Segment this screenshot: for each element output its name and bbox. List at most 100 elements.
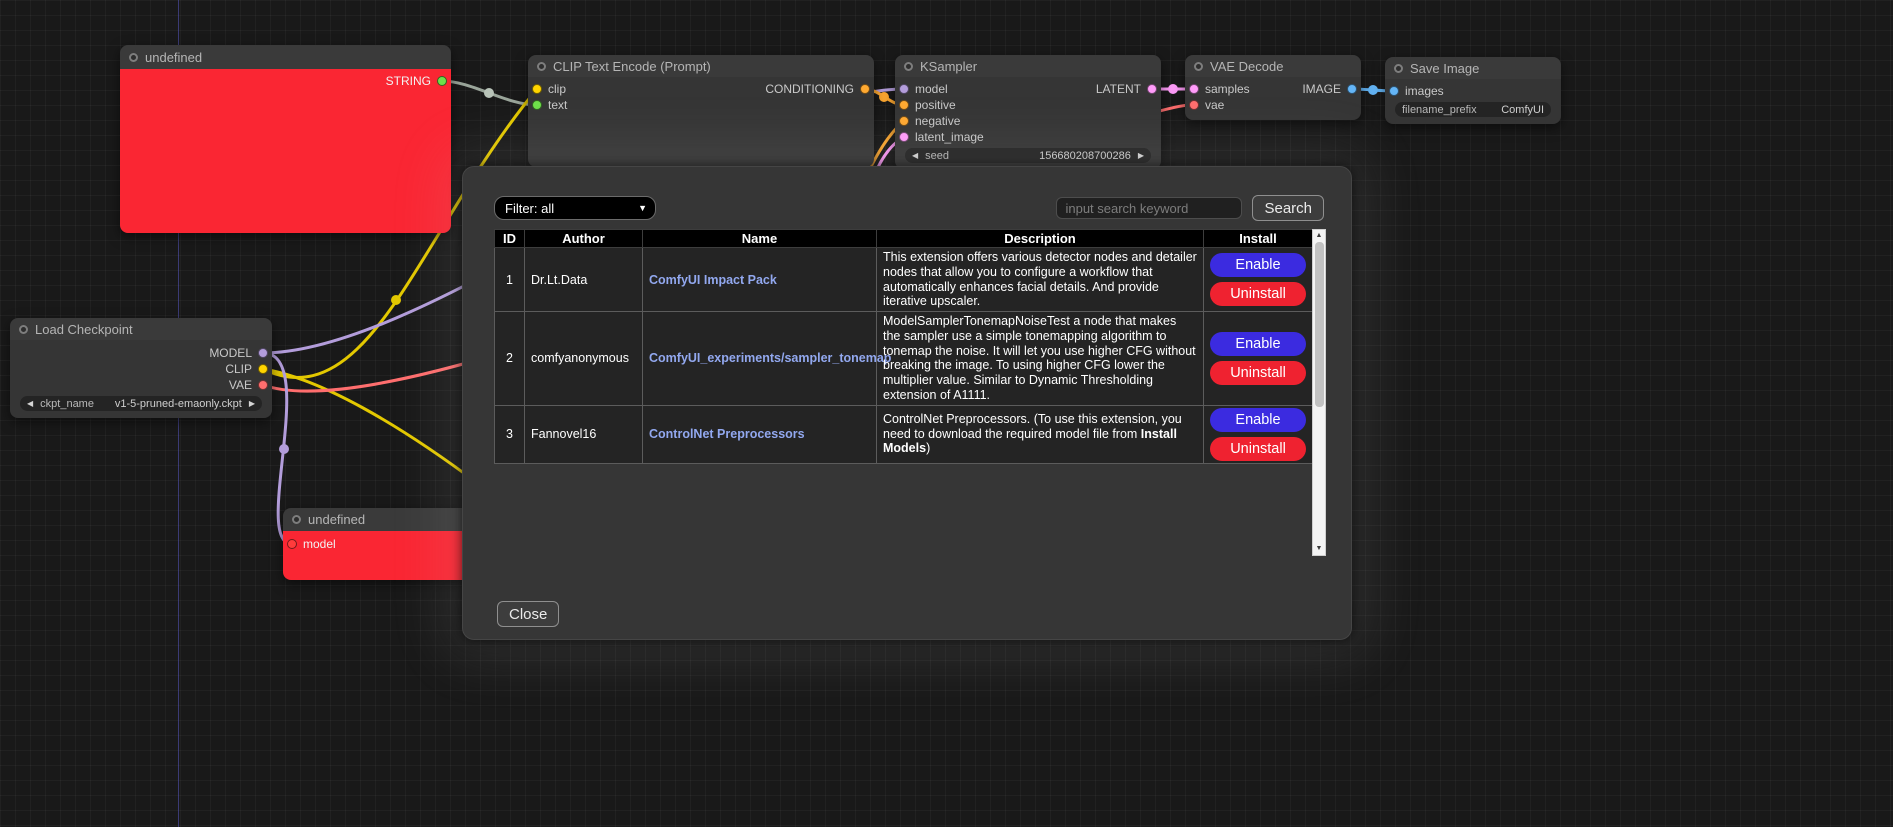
port-label: CLIP xyxy=(225,362,252,376)
filter-select-wrap: Filter: all ▼ xyxy=(494,196,656,220)
node-header[interactable]: Save Image xyxy=(1385,57,1561,79)
scroll-thumb[interactable] xyxy=(1315,242,1324,407)
model-input-port[interactable] xyxy=(899,84,909,94)
scroll-up-icon[interactable]: ▲ xyxy=(1316,230,1323,242)
vae-output-port[interactable] xyxy=(258,380,268,390)
port-label: negative xyxy=(915,114,960,128)
search-input[interactable] xyxy=(1056,197,1242,219)
wire-clip-down xyxy=(263,369,480,485)
node-load-checkpoint[interactable]: Load Checkpoint MODEL CLIP VAE ◀ ckpt_na… xyxy=(10,318,272,418)
model-input-port[interactable] xyxy=(287,539,297,549)
table-header-row: ID Author Name Description Install xyxy=(495,230,1313,248)
port-label: text xyxy=(548,98,567,112)
widget-label: filename_prefix xyxy=(1402,104,1494,116)
node-ksampler[interactable]: KSampler model LATENT positive negative … xyxy=(895,55,1161,169)
column-header-install: Install xyxy=(1204,230,1313,248)
seed-widget[interactable]: ◀ seed 156680208700286 ▶ xyxy=(905,148,1151,163)
node-undefined-bottom[interactable]: undefined model xyxy=(283,508,479,580)
port-label: STRING xyxy=(386,74,431,88)
extension-description: ControlNet Preprocessors. (To use this e… xyxy=(877,405,1204,463)
extension-link[interactable]: ComfyUI Impact Pack xyxy=(649,273,777,287)
vae-input-port[interactable] xyxy=(1189,100,1199,110)
node-undefined-top[interactable]: undefined STRING xyxy=(120,45,451,233)
node-title: VAE Decode xyxy=(1210,59,1283,74)
uninstall-button[interactable]: Uninstall xyxy=(1210,437,1306,461)
port-label: CONDITIONING xyxy=(765,82,854,96)
node-header[interactable]: VAE Decode xyxy=(1185,55,1361,77)
filename-prefix-widget[interactable]: filename_prefix ComfyUI xyxy=(1395,102,1551,117)
enable-button[interactable]: Enable xyxy=(1210,332,1306,356)
extension-link[interactable]: ComfyUI_experiments/sampler_tonemap xyxy=(649,351,891,365)
clip-input-port[interactable] xyxy=(532,84,542,94)
node-save-image[interactable]: Save Image images filename_prefix ComfyU… xyxy=(1385,57,1561,124)
node-vae-decode[interactable]: VAE Decode samples IMAGE vae xyxy=(1185,55,1361,120)
enable-button[interactable]: Enable xyxy=(1210,408,1306,432)
node-header[interactable]: KSampler xyxy=(895,55,1161,77)
port-label: model xyxy=(303,537,336,551)
increment-arrow-icon[interactable]: ▶ xyxy=(249,396,255,411)
model-output-port[interactable] xyxy=(258,348,268,358)
port-label: model xyxy=(915,82,948,96)
collapse-dot-icon[interactable] xyxy=(1194,62,1203,71)
clip-output-port[interactable] xyxy=(258,364,268,374)
scrollbar[interactable]: ▲ ▼ xyxy=(1312,229,1326,556)
node-title: CLIP Text Encode (Prompt) xyxy=(553,59,711,74)
collapse-dot-icon[interactable] xyxy=(19,325,28,334)
string-output-port[interactable] xyxy=(437,76,447,86)
link-midpoint-dot xyxy=(484,88,494,98)
extension-description: ModelSamplerTonemapNoiseTest a node that… xyxy=(877,312,1204,406)
port-label: VAE xyxy=(229,378,252,392)
custom-nodes-manager-dialog: Filter: all ▼ Search ID Author Name Desc… xyxy=(462,166,1352,640)
extensions-table-zone: ID Author Name Description Install 1 Dr.… xyxy=(494,229,1324,556)
negative-input-port[interactable] xyxy=(899,116,909,126)
ckpt-name-widget[interactable]: ◀ ckpt_name v1-5-pruned-emaonly.ckpt ▶ xyxy=(20,396,262,411)
node-clip-text-encode[interactable]: CLIP Text Encode (Prompt) clip CONDITION… xyxy=(528,55,874,167)
decrement-arrow-icon[interactable]: ◀ xyxy=(912,148,918,163)
uninstall-button[interactable]: Uninstall xyxy=(1210,282,1306,306)
extension-author: Dr.Lt.Data xyxy=(525,248,643,312)
port-label: samples xyxy=(1205,82,1250,96)
images-input-port[interactable] xyxy=(1389,86,1399,96)
extension-id: 1 xyxy=(495,248,525,312)
conditioning-output-port[interactable] xyxy=(860,84,870,94)
increment-arrow-icon[interactable]: ▶ xyxy=(1138,148,1144,163)
search-group: Search xyxy=(1056,195,1324,221)
search-button[interactable]: Search xyxy=(1252,195,1324,221)
dialog-toolbar: Filter: all ▼ Search xyxy=(494,195,1324,221)
collapse-dot-icon[interactable] xyxy=(292,515,301,524)
link-midpoint-dot xyxy=(279,444,289,454)
node-header[interactable]: CLIP Text Encode (Prompt) xyxy=(528,55,874,77)
extension-link[interactable]: ControlNet Preprocessors xyxy=(649,427,805,441)
column-header-id: ID xyxy=(495,230,525,248)
port-label: LATENT xyxy=(1096,82,1141,96)
node-header[interactable]: undefined xyxy=(120,45,451,69)
decrement-arrow-icon[interactable]: ◀ xyxy=(27,396,33,411)
text-input-port[interactable] xyxy=(532,100,542,110)
close-button[interactable]: Close xyxy=(497,601,559,627)
enable-button[interactable]: Enable xyxy=(1210,253,1306,277)
node-graph-canvas[interactable]: undefined STRING CLIP Text Encode (Promp… xyxy=(0,0,1893,827)
image-output-port[interactable] xyxy=(1347,84,1357,94)
collapse-dot-icon[interactable] xyxy=(129,53,138,62)
uninstall-button[interactable]: Uninstall xyxy=(1210,361,1306,385)
port-label: MODEL xyxy=(209,346,252,360)
node-header[interactable]: Load Checkpoint xyxy=(10,318,272,340)
collapse-dot-icon[interactable] xyxy=(904,62,913,71)
node-header[interactable]: undefined xyxy=(283,508,479,531)
latent-output-port[interactable] xyxy=(1147,84,1157,94)
latent-image-input-port[interactable] xyxy=(899,132,909,142)
link-midpoint-dot xyxy=(879,92,889,102)
widget-value: ComfyUI xyxy=(1501,104,1544,116)
scroll-down-icon[interactable]: ▼ xyxy=(1316,543,1323,555)
widget-label: ckpt_name xyxy=(40,398,108,410)
collapse-dot-icon[interactable] xyxy=(537,62,546,71)
column-header-description: Description xyxy=(877,230,1204,248)
extension-id: 2 xyxy=(495,312,525,406)
node-title: Save Image xyxy=(1410,61,1479,76)
collapse-dot-icon[interactable] xyxy=(1394,64,1403,73)
column-header-name: Name xyxy=(643,230,877,248)
positive-input-port[interactable] xyxy=(899,100,909,110)
filter-select[interactable]: Filter: all xyxy=(494,196,656,220)
samples-input-port[interactable] xyxy=(1189,84,1199,94)
link-midpoint-dot xyxy=(391,295,401,305)
